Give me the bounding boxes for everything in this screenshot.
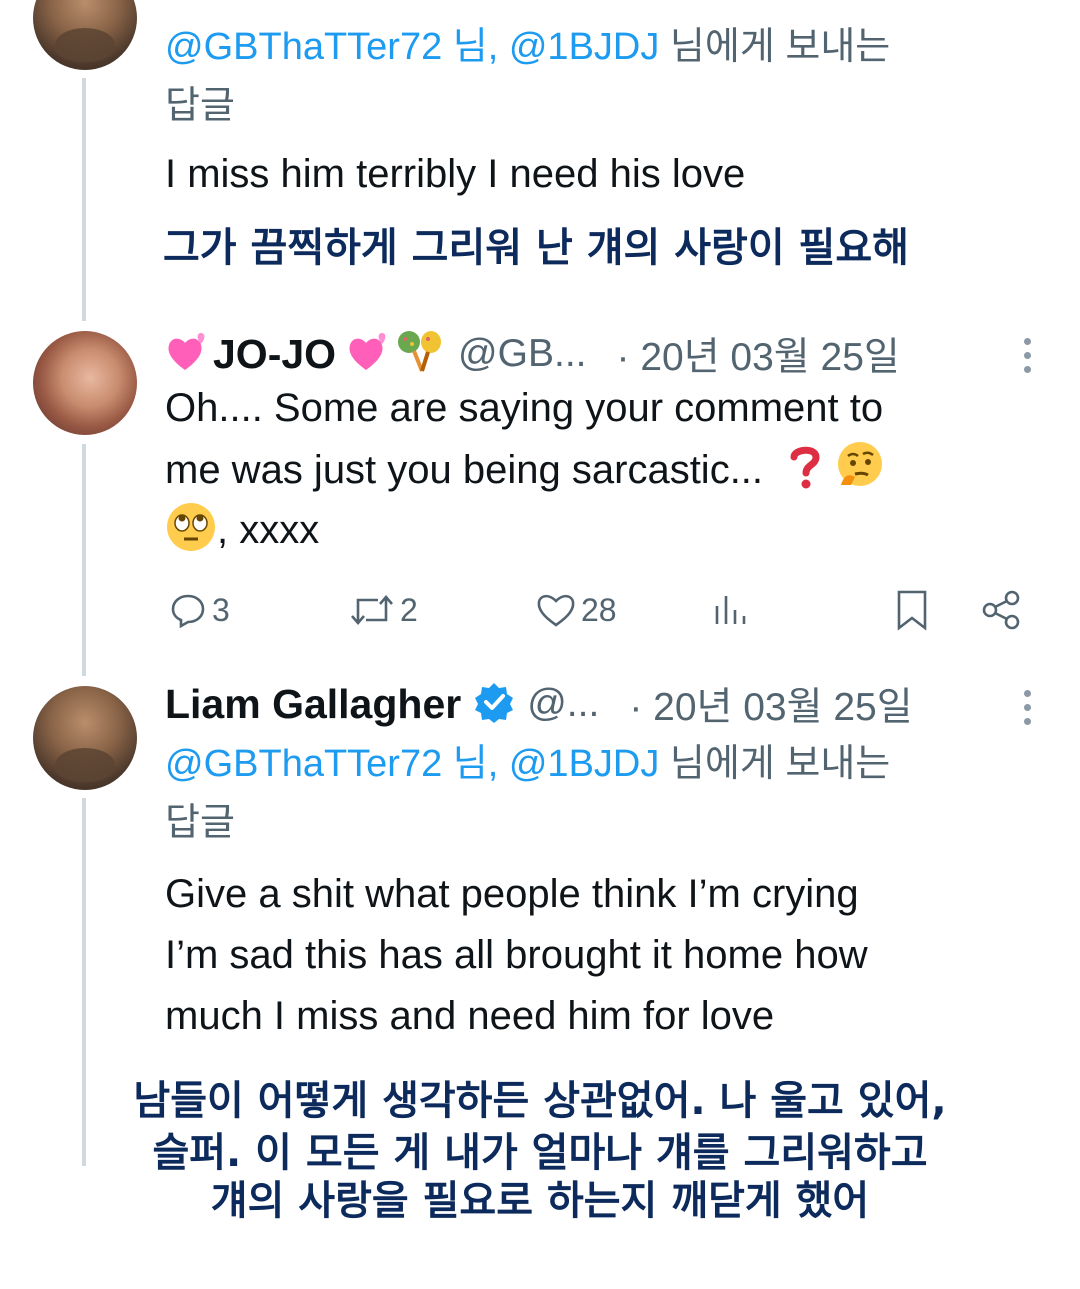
retweet-button[interactable]: 2 — [348, 588, 418, 632]
reply-mentions[interactable]: @GBThaTTer72 님, @1BJDJ — [165, 26, 659, 68]
analytics-icon — [715, 596, 746, 624]
translation-caption-line1: 남들이 어떻게 생각하든 상관없어. 나 울고 있어, — [133, 1078, 947, 1124]
reply-count: 3 — [212, 591, 230, 628]
heart-icon — [537, 594, 575, 627]
question-mark-emoji-icon — [788, 440, 822, 501]
tweet-header: JO-JO @GB... · 20년 03월 25일 — [165, 326, 900, 382]
reply-context-line2: 답글 — [165, 802, 235, 844]
avatar[interactable] — [33, 0, 137, 70]
tweet-text-line2: me was just you being sarcastic... — [165, 439, 887, 501]
reply-suffix: 님에게 보내는 — [659, 743, 891, 785]
heart-emoji-icon — [165, 330, 211, 379]
reply-icon — [171, 594, 205, 629]
maracas-emoji-icon — [392, 327, 448, 382]
thread-line-middle — [82, 444, 86, 676]
share-button[interactable] — [980, 588, 1024, 632]
share-icon — [982, 590, 1020, 630]
eye-roll-emoji-icon — [165, 500, 217, 561]
avatar[interactable] — [33, 686, 137, 790]
timestamp[interactable]: · 20년 03월 25일 — [629, 676, 912, 732]
bookmark-button[interactable] — [892, 588, 932, 632]
retweet-count: 2 — [400, 591, 418, 628]
views-button[interactable] — [712, 588, 752, 632]
verified-badge-icon — [473, 681, 515, 728]
translation-caption: 그가 끔찍하게 그리워 난 걔의 사랑이 필요해 — [163, 225, 909, 271]
more-options-icon[interactable] — [1024, 690, 1032, 732]
tweet-header: Liam Gallagher @... · 20년 03월 25일 — [165, 676, 913, 732]
tweet-text-line3: , xxxx — [165, 500, 319, 561]
tweet-text-line2-content: me was just you being sarcastic... — [165, 448, 764, 492]
heart-emoji-icon — [346, 330, 392, 379]
tweet-text-line1: Give a shit what people think I’m crying — [165, 872, 859, 916]
user-handle[interactable]: @GB... — [458, 332, 586, 376]
thinking-face-emoji-icon — [833, 439, 887, 501]
like-count: 28 — [581, 591, 617, 628]
display-name[interactable]: Liam Gallagher — [165, 681, 461, 728]
tweet-text-line3: much I miss and need him for love — [165, 994, 775, 1038]
retweet-icon — [351, 595, 393, 625]
tweet-text-line1: Oh.... Some are saying your comment to — [165, 386, 884, 430]
user-handle[interactable]: @... — [527, 682, 599, 726]
reply-suffix: 님에게 보내는 — [659, 26, 891, 68]
reply-context-line2: 답글 — [165, 85, 235, 127]
tweet-text: I miss him terribly I need his love — [165, 152, 746, 196]
avatar[interactable] — [33, 331, 137, 435]
reply-context: @GBThaTTer72 님, @1BJDJ 님에게 보내는 — [165, 735, 890, 794]
more-options-icon[interactable] — [1024, 0, 1032, 4]
more-options-icon[interactable] — [1024, 338, 1032, 380]
tweet-text-line2: I’m sad this has all brought it home how — [165, 933, 868, 977]
thread-line-top — [82, 78, 86, 321]
display-name[interactable]: JO-JO — [213, 331, 336, 378]
reply-context: @GBThaTTer72 님, @1BJDJ 님에게 보내는 — [165, 18, 890, 77]
reply-mentions[interactable]: @GBThaTTer72 님, @1BJDJ — [165, 743, 659, 785]
tweet-text-line3-content: , xxxx — [217, 508, 320, 552]
reply-button[interactable]: 3 — [168, 588, 230, 632]
like-button[interactable]: 28 — [535, 588, 617, 632]
translation-caption-line3: 걔의 사랑을 필요로 하는지 깨닫게 했어 — [210, 1178, 870, 1224]
bookmark-icon — [897, 590, 927, 631]
timestamp[interactable]: · 20년 03월 25일 — [617, 326, 900, 382]
